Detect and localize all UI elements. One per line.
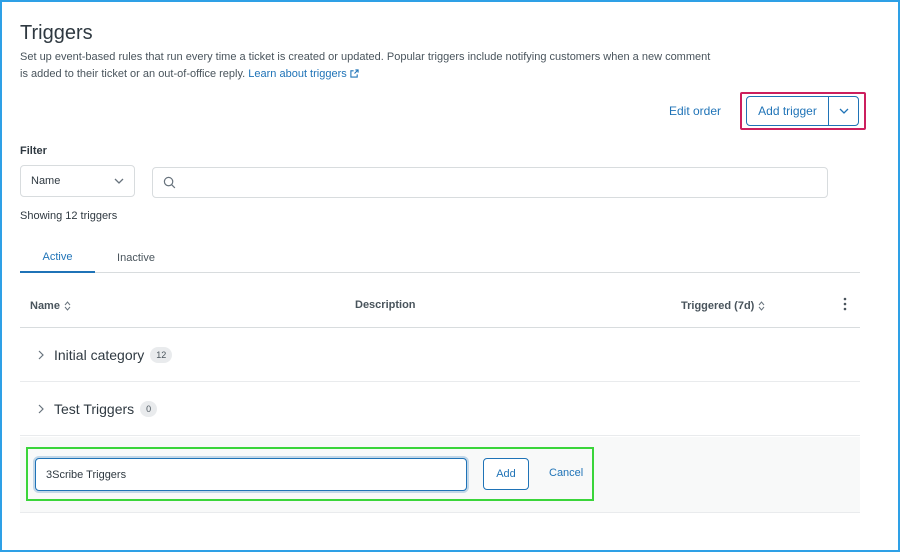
more-options-button[interactable]	[840, 296, 850, 315]
page-description: Set up event-based rules that run every …	[20, 49, 720, 83]
sort-icon	[758, 301, 765, 311]
learn-about-triggers-link[interactable]: Learn about triggers	[248, 68, 359, 80]
add-trigger-button[interactable]: Add trigger	[747, 97, 829, 125]
new-category-name-input[interactable]	[35, 458, 467, 491]
page-title: Triggers	[20, 22, 93, 44]
search-input[interactable]	[184, 168, 827, 197]
column-name-label: Name	[30, 300, 60, 312]
chevron-right-icon	[38, 350, 44, 359]
search-icon	[163, 176, 176, 189]
learn-link-label: Learn about triggers	[248, 68, 347, 80]
tab-active[interactable]: Active	[20, 243, 95, 273]
add-trigger-dropdown-button[interactable]	[829, 97, 858, 125]
category-count-badge: 12	[150, 346, 173, 363]
sort-icon	[64, 301, 71, 311]
add-category-button[interactable]: Add	[483, 458, 529, 490]
category-name: Test Triggers	[54, 400, 135, 417]
tab-inactive[interactable]: Inactive	[105, 243, 167, 272]
chevron-down-icon	[114, 178, 124, 184]
column-header-triggered[interactable]: Triggered (7d)	[681, 300, 765, 312]
cancel-category-button[interactable]: Cancel	[549, 467, 583, 479]
chevron-down-icon	[839, 108, 848, 114]
filter-label: Filter	[20, 145, 47, 157]
column-header-name[interactable]: Name	[30, 300, 71, 312]
status-tabs: Active Inactive	[20, 243, 860, 273]
category-row-initial[interactable]: Initial category 12	[20, 328, 860, 382]
page-description-text: Set up event-based rules that run every …	[20, 51, 711, 80]
search-box	[152, 167, 828, 198]
category-row-test[interactable]: Test Triggers 0	[20, 382, 860, 436]
add-trigger-split-button: Add trigger	[746, 96, 859, 126]
category-name: Initial category	[54, 346, 145, 363]
more-vertical-icon	[843, 297, 847, 311]
category-count-badge: 0	[140, 400, 158, 417]
edit-order-link[interactable]: Edit order	[669, 104, 721, 118]
chevron-right-icon	[38, 404, 44, 413]
table-header: Name Description Triggered (7d)	[20, 287, 860, 328]
external-link-icon	[350, 69, 359, 78]
column-triggered-label: Triggered (7d)	[681, 300, 755, 312]
filter-select-value: Name	[31, 175, 61, 187]
filter-field-select[interactable]: Name	[20, 165, 135, 197]
column-header-description: Description	[355, 299, 416, 311]
results-count: Showing 12 triggers	[20, 210, 118, 222]
